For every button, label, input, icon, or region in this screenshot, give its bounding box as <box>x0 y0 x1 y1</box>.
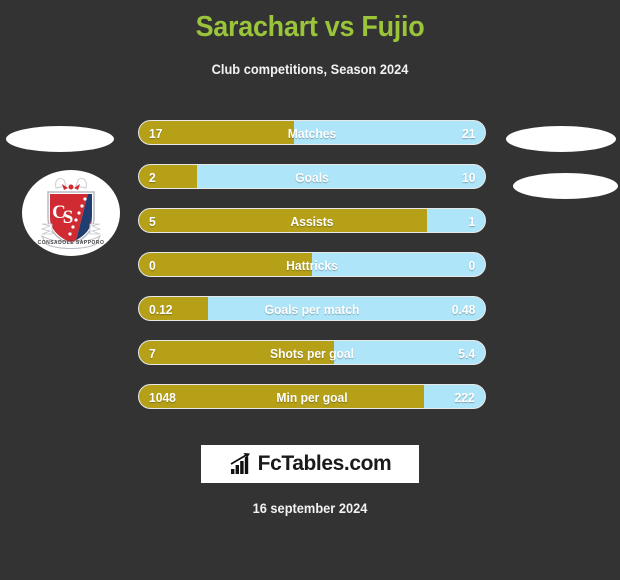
decorative-ellipse-left-top <box>6 126 114 152</box>
stat-row-goals-per-match: 0.12 Goals per match 0.48 <box>138 296 486 321</box>
stat-bars-list: 17 Matches 21 2 Goals 10 5 Assists 1 0 H… <box>138 120 486 409</box>
stat-row-shots-per-goal: 7 Shots per goal 5.4 <box>138 340 486 365</box>
svg-text:S: S <box>63 207 74 228</box>
footer-date: 16 september 2024 <box>252 501 368 516</box>
decorative-ellipse-right-top <box>506 126 616 152</box>
away-value: 0 <box>468 258 475 273</box>
away-value: 222 <box>454 390 475 405</box>
crest-banner-text: CONSADOLE SAPPORO <box>38 240 105 246</box>
fctables-logo[interactable]: FcTables.com <box>201 445 419 483</box>
home-club-badge: C S CONSADOLE SAPPORO <box>22 170 120 256</box>
away-value: 21 <box>461 126 475 141</box>
stat-row-min-per-goal: 1048 Min per goal 222 <box>138 384 486 409</box>
page-title: Sarachart vs Fujio <box>195 11 425 43</box>
fctables-logo-text: FcTables.com <box>257 452 392 475</box>
stat-label: Min per goal <box>276 390 348 405</box>
stat-row-assists: 5 Assists 1 <box>138 208 486 233</box>
away-value: 1 <box>468 214 475 229</box>
stat-row-matches: 17 Matches 21 <box>138 120 486 145</box>
stat-label: Shots per goal <box>270 346 354 361</box>
away-value: 5.4 <box>458 346 475 361</box>
decorative-ellipse-right-bottom <box>513 173 618 199</box>
bar-chart-logo-icon <box>230 453 250 474</box>
comparison-stage: C S CONSADOLE SAPPORO 17 Matches 21 2 Go… <box>0 108 620 438</box>
away-value: 0.48 <box>451 302 475 317</box>
stat-label: Matches <box>287 126 337 141</box>
stat-row-hattricks: 0 Hattricks 0 <box>138 252 486 277</box>
stat-row-goals: 2 Goals 10 <box>138 164 486 189</box>
page-subtitle: Club competitions, Season 2024 <box>211 61 409 77</box>
stat-label: Assists <box>290 214 334 229</box>
club-crest-icon: C S CONSADOLE SAPPORO <box>38 177 105 249</box>
page-header: Sarachart vs Fujio Club competitions, Se… <box>0 0 620 77</box>
stat-label: Goals <box>295 170 329 185</box>
stat-label: Goals per match <box>264 302 360 317</box>
stat-label: Hattricks <box>286 258 338 273</box>
away-value: 10 <box>461 170 475 185</box>
